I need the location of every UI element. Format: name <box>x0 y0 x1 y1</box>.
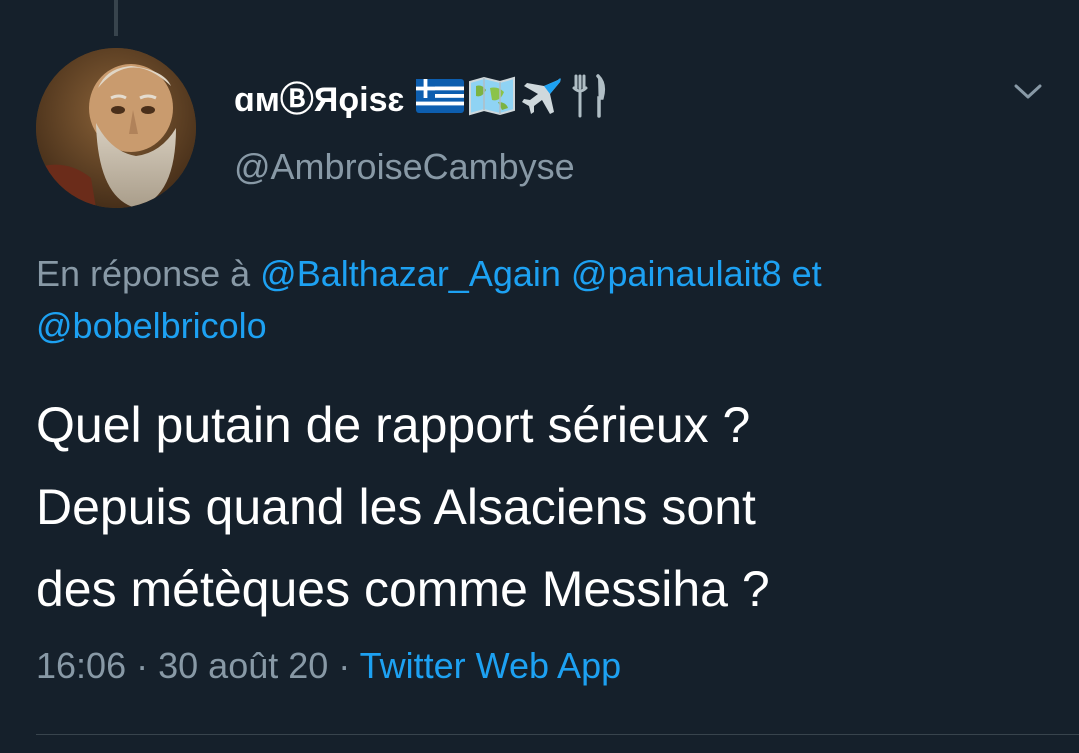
chevron-down-icon <box>1014 84 1042 99</box>
tweet-source-link[interactable]: Twitter Web App <box>360 645 621 686</box>
tweet-date[interactable]: 30 août 20 <box>158 645 328 686</box>
tweet-time[interactable]: 16:06 <box>36 645 126 686</box>
fork-and-knife-icon <box>572 74 606 118</box>
avatar-image <box>36 48 196 208</box>
reply-context: En réponse à @Balthazar_Again @painaulai… <box>36 248 1046 352</box>
display-name[interactable]: ɑмⒷЯϙisɛ <box>234 66 608 126</box>
world-map-icon <box>469 76 516 116</box>
reply-connector: et <box>791 253 822 294</box>
meta-separator: · <box>136 645 149 686</box>
divider <box>36 734 1079 735</box>
name-emojis <box>416 74 608 118</box>
greek-flag-icon <box>416 79 465 113</box>
display-name-text: ɑмⒷЯϙisɛ <box>234 80 405 119</box>
mention-link[interactable]: @painaulait8 <box>571 253 782 294</box>
tweet-text-line: des métèques comme Messiha ? <box>36 561 770 617</box>
mention-link[interactable]: @bobelbricolo <box>36 305 267 346</box>
thread-connector-line <box>114 0 118 36</box>
tweet-text-line: Quel putain de rapport sérieux ? <box>36 397 751 453</box>
meta-separator: · <box>338 645 351 686</box>
airplane-icon <box>522 78 562 114</box>
tweet-text: Quel putain de rapport sérieux ? Depuis … <box>36 384 1046 630</box>
user-handle[interactable]: @AmbroiseCambyse <box>234 146 575 188</box>
avatar[interactable] <box>36 48 196 208</box>
tweet-text-line: Depuis quand les Alsaciens sont <box>36 479 756 535</box>
more-options-button[interactable] <box>1008 72 1048 112</box>
mention-link[interactable]: @Balthazar_Again <box>260 253 561 294</box>
tweet-metadata: 16:06 · 30 août 20 · Twitter Web App <box>36 640 621 692</box>
reply-prefix: En réponse à <box>36 253 251 294</box>
